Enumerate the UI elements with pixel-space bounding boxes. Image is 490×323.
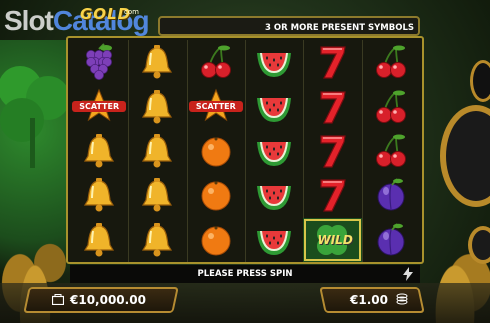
menu-button[interactable] [470,60,490,102]
message-bar: PLEASE PRESS SPIN [70,265,420,283]
reel-cell: WILD [303,217,362,262]
info-bar: 3 OR MORE PRESENT SYMBOLS [158,16,420,36]
reel-cell [303,173,361,217]
coin-stack-icon [396,293,408,305]
bell-symbol [138,221,176,259]
reel-cell [128,129,186,173]
reel-cell [128,218,186,262]
watermelon-symbol [255,88,293,126]
reel-cell [70,129,128,173]
message-text: PLEASE PRESS SPIN [197,269,293,279]
cherries-symbol [372,88,410,126]
reel-cell [362,84,420,128]
reel-cell [70,40,128,84]
balance-display: €10,000.00 [51,287,172,313]
scatter-label: SCATTER [188,100,243,112]
scatter-symbol: SCATTER [188,88,243,126]
cherries-symbol [372,132,410,170]
plum-symbol [372,176,410,214]
cherries-symbol [372,43,410,81]
seven-symbol [313,132,351,170]
watermelon-symbol [255,176,293,214]
reel-cell [362,40,420,84]
reel-cell [70,173,128,217]
watermelon-symbol [255,43,293,81]
reel-cell [245,173,303,217]
reel-cell [245,84,303,128]
reel-cell [245,40,303,84]
reel-cell [362,129,420,173]
bell-symbol [80,176,118,214]
bell-symbol [80,132,118,170]
bell-symbol [138,43,176,81]
reel-cell: SCATTER [187,84,245,128]
game-logo: GOLD com [78,5,154,35]
reel-cell [362,173,420,217]
autoplay-button[interactable] [468,226,490,264]
bell-symbol [138,88,176,126]
wallet-icon [51,294,65,306]
wild-label: WILD [317,232,353,247]
seven-symbol [313,176,351,214]
reel-cell [245,218,303,262]
watermelon-symbol [255,132,293,170]
logo-suffix: com [124,8,139,16]
wild-symbol: WILD [313,221,353,259]
reel-cell [303,129,361,173]
bell-symbol [138,132,176,170]
balance-value: €10,000.00 [70,293,146,307]
bet-display[interactable]: €1.00 [350,287,416,313]
turbo-icon[interactable] [402,267,414,281]
orange-symbol [197,221,235,259]
orange-symbol [197,176,235,214]
reel-cell [303,40,361,84]
seven-symbol [313,88,351,126]
reel-cell [128,40,186,84]
watermelon-symbol [255,221,293,259]
plum-symbol [372,221,410,259]
reel-cell: SCATTER [70,84,128,128]
reel-cell [245,129,303,173]
reel-cell [187,129,245,173]
bell-symbol [138,176,176,214]
reel-cell [128,173,186,217]
orange-symbol [197,132,235,170]
bet-value: €1.00 [350,293,388,307]
reel-cell [187,40,245,84]
reel-cell [128,84,186,128]
reel-cell [303,84,361,128]
bell-symbol [80,221,118,259]
reel-cell [187,218,245,262]
scatter-label: SCATTER [72,100,127,112]
grapes-symbol [80,43,118,81]
cherries-symbol [197,43,235,81]
reel-cell [362,218,420,262]
reel-cell [187,173,245,217]
clover-decoration [0,66,70,168]
spin-button[interactable] [440,105,490,207]
reel-cell [70,218,128,262]
seven-symbol [313,43,351,81]
watermark-part1: Slot [4,5,54,36]
reel-grid: SCATTER SCATTER WILD [70,40,420,262]
scatter-symbol: SCATTER [72,88,127,126]
